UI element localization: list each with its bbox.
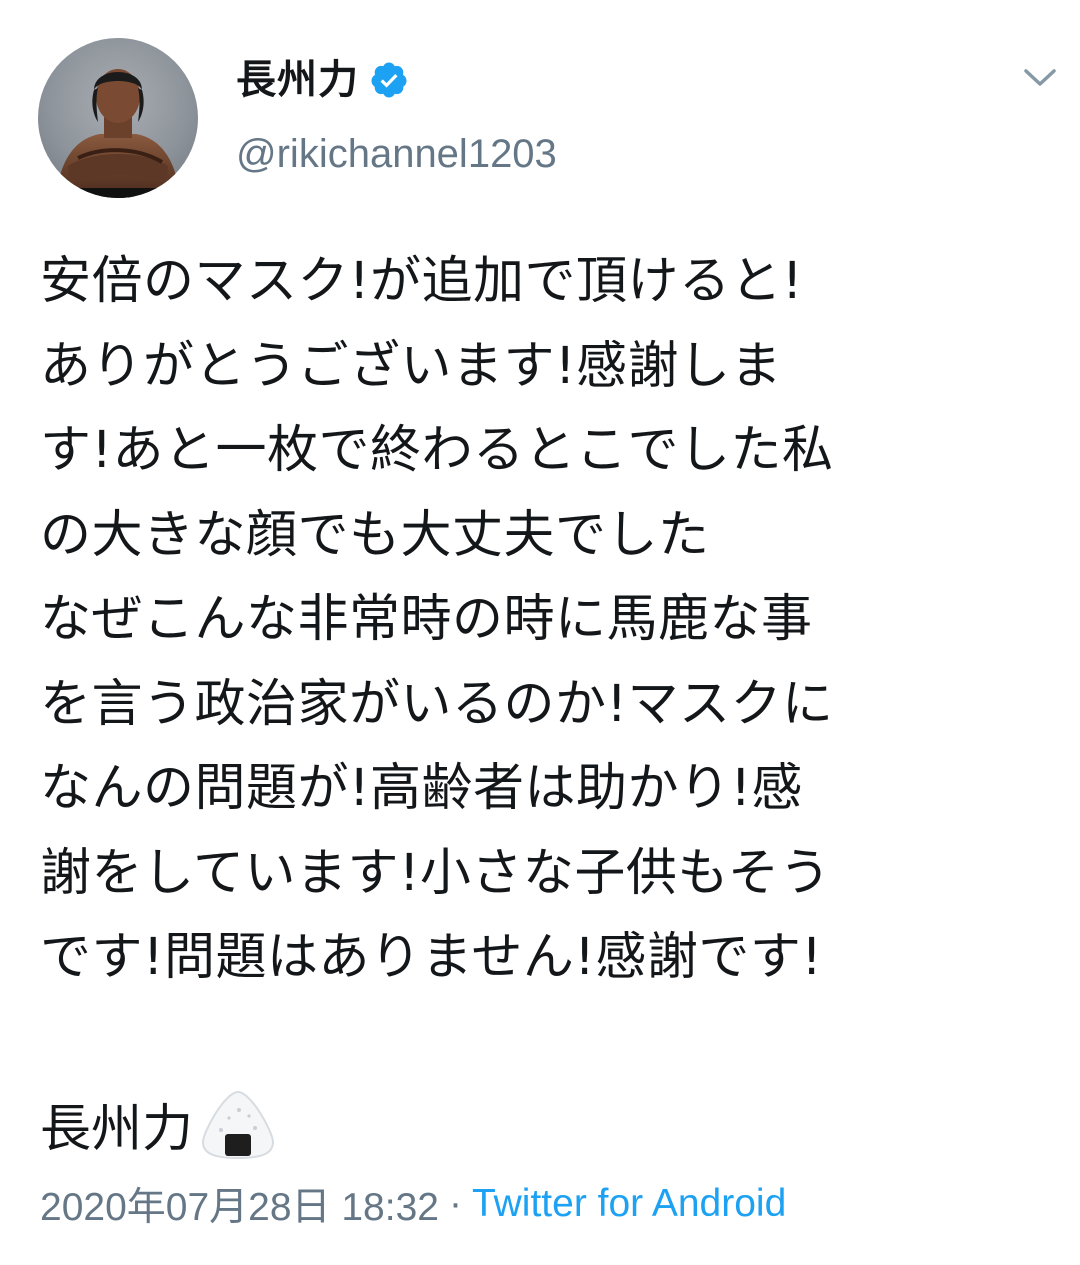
tweet-signature: 長州力 [40, 1100, 194, 1159]
onigiri-icon [199, 1088, 277, 1160]
tweet-timestamp[interactable]: 2020年07月28日 18:32 [40, 1176, 439, 1232]
tweet-text: 安倍のマスク!が追加で頂けると! ありがとうございます!感謝しま す!あと一枚で… [40, 252, 834, 987]
author-handle[interactable]: @rikichannel1203 [236, 126, 557, 182]
tweet-source-link[interactable]: Twitter for Android [472, 1182, 786, 1226]
avatar[interactable] [38, 38, 198, 198]
meta-separator: · [448, 1182, 462, 1225]
profile-photo-icon [56, 69, 180, 198]
tweet-meta: 2020年07月28日 18:32 · Twitter for Android [40, 1174, 786, 1234]
author-name-row[interactable]: 長州力 [236, 52, 409, 108]
verified-badge-icon [369, 60, 409, 100]
tweet-signature-row: 長州力 [40, 1084, 277, 1164]
tweet-card: 長州力 @rikichannel1203 安倍のマスク!が追加で頂けると! あり… [0, 0, 1080, 1265]
display-name[interactable]: 長州力 [236, 52, 359, 108]
tweet-menu-button[interactable] [1016, 58, 1064, 98]
chevron-down-icon [1024, 69, 1056, 86]
